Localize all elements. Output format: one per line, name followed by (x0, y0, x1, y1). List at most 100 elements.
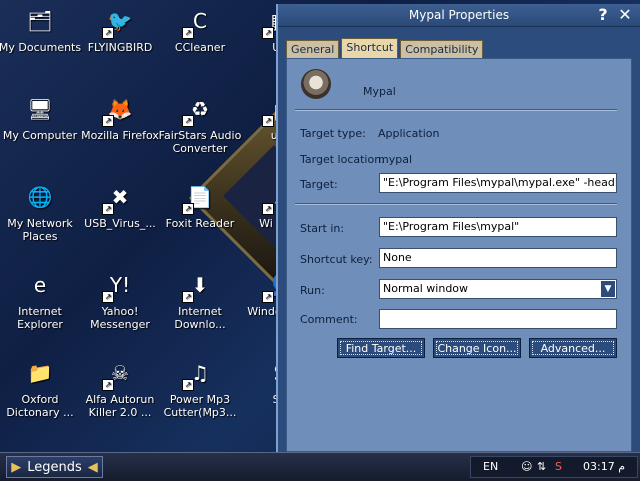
start-label: Legends (27, 459, 82, 475)
divider (295, 203, 617, 205)
shortcut-key-field[interactable]: None (379, 248, 617, 268)
my-computer-icon: 🖥 (27, 96, 53, 121)
window-title: Mypal Properties (408, 8, 510, 22)
tab-general[interactable]: General (286, 40, 340, 59)
system-tray: EN ☺ ⇅ S 03:17 م (470, 456, 638, 478)
desktop-icon-label: FairStars Audio Converter (158, 129, 242, 155)
desktop-icon-label: FLYINGBIRD (87, 41, 153, 54)
target-location-value: mypal (378, 153, 413, 166)
tab-shortcut[interactable]: Shortcut (341, 38, 399, 59)
desktop-icon-label: Yahoo! Messenger (90, 305, 150, 331)
shortcut-arrow-icon: ↗ (262, 27, 274, 39)
desktop-icon-label: CCleaner (174, 41, 226, 54)
run-label: Run: (300, 284, 325, 297)
run-select[interactable]: Normal window ▼ (379, 279, 617, 299)
desktop-icon-label: Foxit Reader (165, 217, 235, 230)
title-bar[interactable]: Mypal Properties ? ✕ (278, 4, 640, 27)
start-in-field[interactable]: "E:\Program Files\mypal" (379, 217, 617, 237)
target-type-label: Target type: (300, 127, 366, 140)
desktop-icon[interactable]: 🐦 ↗ FLYINGBIRD (78, 4, 162, 55)
desktop-icon[interactable]: 🌐 My Network Places (0, 180, 82, 244)
shortcut-arrow-icon: ↗ (102, 115, 114, 127)
desktop-icon[interactable]: C ↗ CCleaner (158, 4, 242, 55)
desktop-icon[interactable]: Y! ↗ Yahoo! Messenger (78, 268, 162, 332)
target-label: Target: (300, 178, 338, 191)
start-button[interactable]: ▶ Legends ◀ (6, 456, 103, 478)
shortcut-panel: Mypal Target type: Application Target lo… (286, 58, 632, 452)
desktop-icon[interactable]: 🖥 My Computer (0, 92, 82, 143)
mypal-icon (301, 69, 331, 99)
shortcut-arrow-icon: ↗ (102, 203, 114, 215)
desktop-icon-label: USB_Virus_... (84, 217, 156, 230)
divider (295, 109, 617, 111)
comment-field[interactable] (379, 309, 617, 329)
shortcut-arrow-icon: ↗ (182, 291, 194, 303)
change-icon-button[interactable]: Change Icon... (433, 338, 521, 358)
clock: 03:17 م (583, 460, 626, 473)
folder-icon: 📁 (27, 360, 53, 385)
shortcut-arrow-icon: ↗ (182, 203, 194, 215)
comment-label: Comment: (300, 313, 358, 326)
audio-converter-icon: ♻ ↗ (182, 92, 217, 127)
desktop-icon-label: Internet Downlo... (174, 305, 226, 331)
chevron-down-icon[interactable]: ▼ (601, 281, 615, 297)
tab-strip: General Shortcut Compatibility (286, 38, 485, 59)
target-field[interactable]: "E:\Program Files\mypal\mypal.exe" -head… (379, 173, 617, 193)
my-documents-icon: 🗂 (27, 8, 53, 33)
desktop-icon-label: Oxford Dictonary ... (6, 393, 74, 419)
mp3-cutter-icon: ♫ ↗ (182, 356, 217, 391)
ccleaner-icon: C ↗ (182, 4, 217, 39)
bird-icon: 🐦 ↗ (102, 4, 137, 39)
desktop-icon-label: Alfa Autorun Killer 2.0 ... (85, 393, 155, 419)
desktop-icon[interactable]: ☠ ↗ Alfa Autorun Killer 2.0 ... (78, 356, 162, 420)
shortcut-key-label: Shortcut key: (300, 253, 373, 266)
desktop-icon[interactable]: ♫ ↗ Power Mp3 Cutter(Mp3... (158, 356, 242, 420)
desktop-icon-label: Power Mp3 Cutter(Mp3... (163, 393, 237, 419)
help-icon[interactable]: ? (594, 6, 612, 24)
shortcut-arrow-icon: ↗ (262, 203, 274, 215)
desktop-icon[interactable]: 🦊 ↗ Mozilla Firefox (78, 92, 162, 143)
shortcut-arrow-icon: ↗ (102, 27, 114, 39)
usb-virus-icon: ✖ ↗ (102, 180, 137, 215)
app-name: Mypal (363, 85, 396, 98)
language-indicator[interactable]: EN (483, 460, 498, 473)
desktop-icon[interactable]: e Internet Explorer (0, 268, 82, 332)
antivirus-tray-icon[interactable]: S (555, 460, 562, 473)
internet-explorer-icon: e (33, 272, 47, 297)
find-target-button[interactable]: Find Target... (337, 338, 425, 358)
autorun-killer-icon: ☠ ↗ (102, 356, 137, 391)
start-in-label: Start in: (300, 222, 345, 235)
tab-compatibility[interactable]: Compatibility (400, 40, 484, 59)
shortcut-arrow-icon: ↗ (102, 291, 114, 303)
desktop-icon[interactable]: ✖ ↗ USB_Virus_... (78, 180, 162, 231)
messenger-tray-icon[interactable]: ☺ (521, 460, 532, 473)
desktop-icon[interactable]: 📁 Oxford Dictonary ... (0, 356, 82, 420)
network-places-icon: 🌐 (27, 184, 53, 209)
shortcut-arrow-icon: ↗ (182, 379, 194, 391)
chevron-left-icon: ◀ (87, 459, 98, 475)
chevron-right-icon: ▶ (11, 459, 22, 475)
properties-window: Mypal Properties ? ✕ General Shortcut Co… (276, 4, 640, 452)
desktop-icon-label: Internet Explorer (17, 305, 63, 331)
desktop-icon-label: My Documents (0, 41, 82, 54)
advanced-button[interactable]: Advanced... (529, 338, 617, 358)
target-location-label: Target location: (300, 153, 385, 166)
download-manager-icon: ⬇ ↗ (182, 268, 217, 303)
foxit-reader-icon: 📄 ↗ (182, 180, 217, 215)
run-select-value: Normal window (383, 282, 469, 295)
network-tray-icon[interactable]: ⇅ (537, 460, 546, 473)
desktop-icon[interactable]: 🗂 My Documents (0, 4, 82, 55)
desktop-icon[interactable]: ⬇ ↗ Internet Downlo... (158, 268, 242, 332)
shortcut-arrow-icon: ↗ (262, 291, 274, 303)
firefox-icon: 🦊 ↗ (102, 92, 137, 127)
shortcut-arrow-icon: ↗ (182, 27, 194, 39)
target-type-value: Application (378, 127, 440, 140)
close-icon[interactable]: ✕ (616, 6, 634, 24)
desktop-icon[interactable]: 📄 ↗ Foxit Reader (158, 180, 242, 231)
shortcut-arrow-icon: ↗ (182, 115, 194, 127)
desktop-icon[interactable]: ♻ ↗ FairStars Audio Converter (158, 92, 242, 156)
shortcut-arrow-icon: ↗ (102, 379, 114, 391)
taskbar: ▶ Legends ◀ EN ☺ ⇅ S 03:17 م (0, 452, 640, 481)
desktop-icon-label: Mozilla Firefox (81, 129, 159, 142)
shortcut-arrow-icon: ↗ (262, 115, 274, 127)
